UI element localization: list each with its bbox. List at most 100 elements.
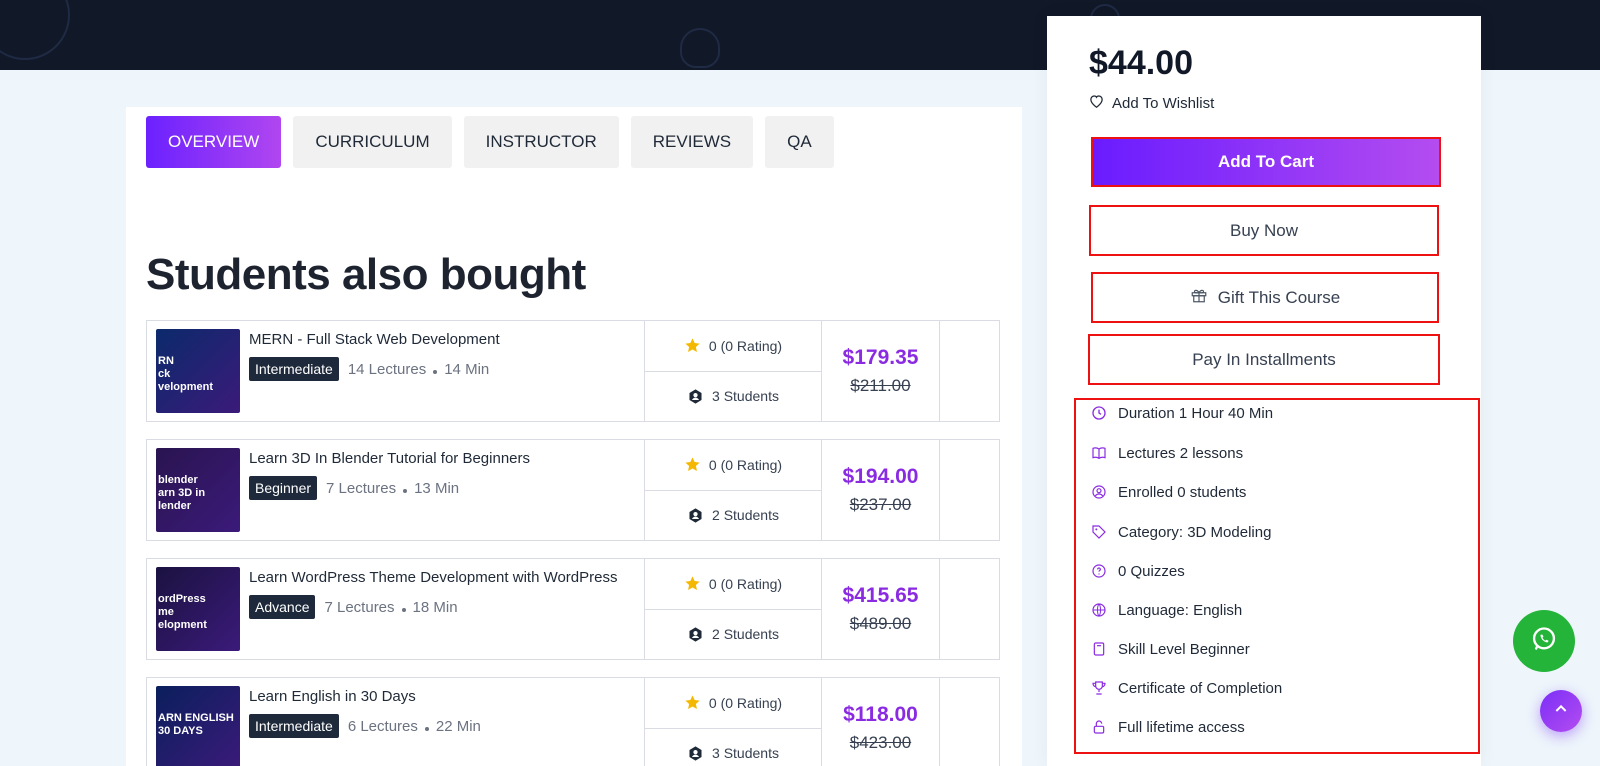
students-stat: 3 Students [645,729,821,766]
students-text: 2 Students [712,626,779,643]
course-thumbnail[interactable]: ordPress me elopment [156,567,240,651]
course-price-cell: $194.00 $237.00 [822,440,940,540]
tab-reviews[interactable]: REVIEWS [630,116,754,168]
whatsapp-chat-button[interactable] [1513,610,1575,672]
course-content-panel [126,107,1022,766]
gift-icon [1190,286,1208,309]
section-title: Students also bought [146,250,586,299]
course-duration: 14 Min [444,360,490,378]
course-main-cell: RN ck velopment MERN - Full Stack Web De… [147,321,645,421]
course-row[interactable]: ordPress me elopment Learn WordPress The… [146,558,1000,660]
lecture-count: 6 Lectures [347,717,418,735]
feature-item: 0 Quizzes [1090,562,1185,580]
lecture-count: 14 Lectures [347,360,427,378]
rating-stat: 0 (0 Rating) [645,678,821,729]
course-thumbnail[interactable]: ARN ENGLISH 30 DAYS [156,686,240,766]
course-thumbnail[interactable]: blender arn 3D in lender [156,448,240,532]
feature-item: Category: 3D Modeling [1090,523,1271,541]
course-action-cell [940,440,999,540]
gift-label: Gift This Course [1217,287,1341,307]
thumbnail-text: ARN ENGLISH 30 DAYS [158,712,234,737]
course-title[interactable]: MERN - Full Stack Web Development [249,331,500,348]
level-badge: Advance [249,595,316,619]
students-stat: 3 Students [645,372,821,422]
course-action-cell [940,321,999,421]
feature-text: Category: 3D Modeling [1118,523,1272,541]
feature-item: Duration 1 Hour 40 Min [1090,404,1273,422]
course-main-cell: ARN ENGLISH 30 DAYS Learn English in 30 … [147,678,645,766]
rating-text: 0 (0 Rating) [708,456,783,473]
level-badge: Intermediate [249,357,339,381]
lecture-count: 7 Lectures [326,479,397,497]
globe-icon [1090,601,1108,619]
course-stats-cell: 0 (0 Rating) 2 Students [645,440,822,540]
feature-item: Lectures 2 lessons [1090,444,1243,462]
separator-dot [403,489,408,493]
rating-text: 0 (0 Rating) [708,694,783,711]
quiz-icon [1090,562,1108,580]
star-icon [684,337,701,354]
rating-text: 0 (0 Rating) [708,337,783,354]
course-stats-cell: 0 (0 Rating) 3 Students [645,321,822,421]
lock-open-icon [1090,718,1108,736]
tab-overview[interactable]: OVERVIEW [146,116,282,168]
wishlist-label: Add To Wishlist [1112,94,1215,112]
course-thumbnail[interactable]: RN ck velopment [156,329,240,413]
user-badge-icon [687,388,704,405]
course-price-cell: $179.35 $211.00 [822,321,940,421]
sale-price: $415.65 [842,584,919,607]
add-to-cart-button[interactable]: Add To Cart [1091,137,1441,187]
add-to-wishlist-link[interactable]: Add To Wishlist [1089,94,1214,112]
course-stats-cell: 0 (0 Rating) 3 Students [645,678,822,766]
original-price: $423.00 [849,733,912,752]
feature-text: 0 Quizzes [1118,562,1185,580]
feature-text: Skill Level Beginner [1118,640,1250,658]
globe-decoration-icon [0,0,70,60]
star-icon [684,575,701,592]
course-title[interactable]: Learn WordPress Theme Development with W… [249,569,618,586]
gift-course-button[interactable]: Gift This Course [1091,272,1439,323]
course-duration: 22 Min [435,717,481,735]
thumbnail-text: ordPress me elopment [158,593,207,631]
course-price: $44.00 [1089,44,1193,82]
students-stat: 2 Students [645,610,821,660]
feature-text: Lectures 2 lessons [1118,444,1244,462]
course-row[interactable]: ARN ENGLISH 30 DAYS Learn English in 30 … [146,677,1000,766]
course-price-cell: $118.00 $423.00 [822,678,940,766]
star-icon [684,694,701,711]
rating-text: 0 (0 Rating) [708,575,783,592]
course-duration: 13 Min [414,479,460,497]
course-row[interactable]: RN ck velopment MERN - Full Stack Web De… [146,320,1000,422]
original-price: $489.00 [849,614,912,633]
scroll-to-top-button[interactable] [1540,690,1582,732]
chevron-up-icon [1553,701,1569,722]
course-price-cell: $415.65 $489.00 [822,559,940,659]
course-duration: 18 Min [412,598,458,616]
separator-dot [433,370,438,374]
whatsapp-icon [1530,625,1558,658]
user-badge-icon [687,626,704,643]
tab-curriculum[interactable]: CURRICULUM [293,116,452,168]
original-price: $211.00 [850,376,911,395]
course-title[interactable]: Learn English in 30 Days [249,688,481,705]
course-row[interactable]: blender arn 3D in lender Learn 3D In Ble… [146,439,1000,541]
feature-item: Full lifetime access [1090,718,1245,736]
tab-instructor[interactable]: INSTRUCTOR [463,116,619,168]
tag-icon [1090,523,1108,541]
tab-qa[interactable]: QA [765,116,834,168]
level-icon [1090,640,1108,658]
pay-installments-button[interactable]: Pay In Installments [1088,334,1440,385]
feature-text: Language: English [1118,601,1243,619]
course-tabs: OVERVIEW CURRICULUM INSTRUCTOR REVIEWS Q… [146,116,834,168]
thumbnail-text: blender arn 3D in lender [158,474,206,512]
clock-icon [1090,404,1108,422]
thumbnail-text: RN ck velopment [158,355,214,393]
feature-item: Enrolled 0 students [1090,483,1246,501]
course-main-cell: blender arn 3D in lender Learn 3D In Ble… [147,440,645,540]
buy-now-button[interactable]: Buy Now [1089,205,1439,256]
sale-price: $179.35 [842,346,919,369]
separator-dot [424,727,429,731]
course-title[interactable]: Learn 3D In Blender Tutorial for Beginne… [249,450,530,467]
apple-decoration-icon [680,28,720,68]
students-stat: 2 Students [645,491,821,541]
